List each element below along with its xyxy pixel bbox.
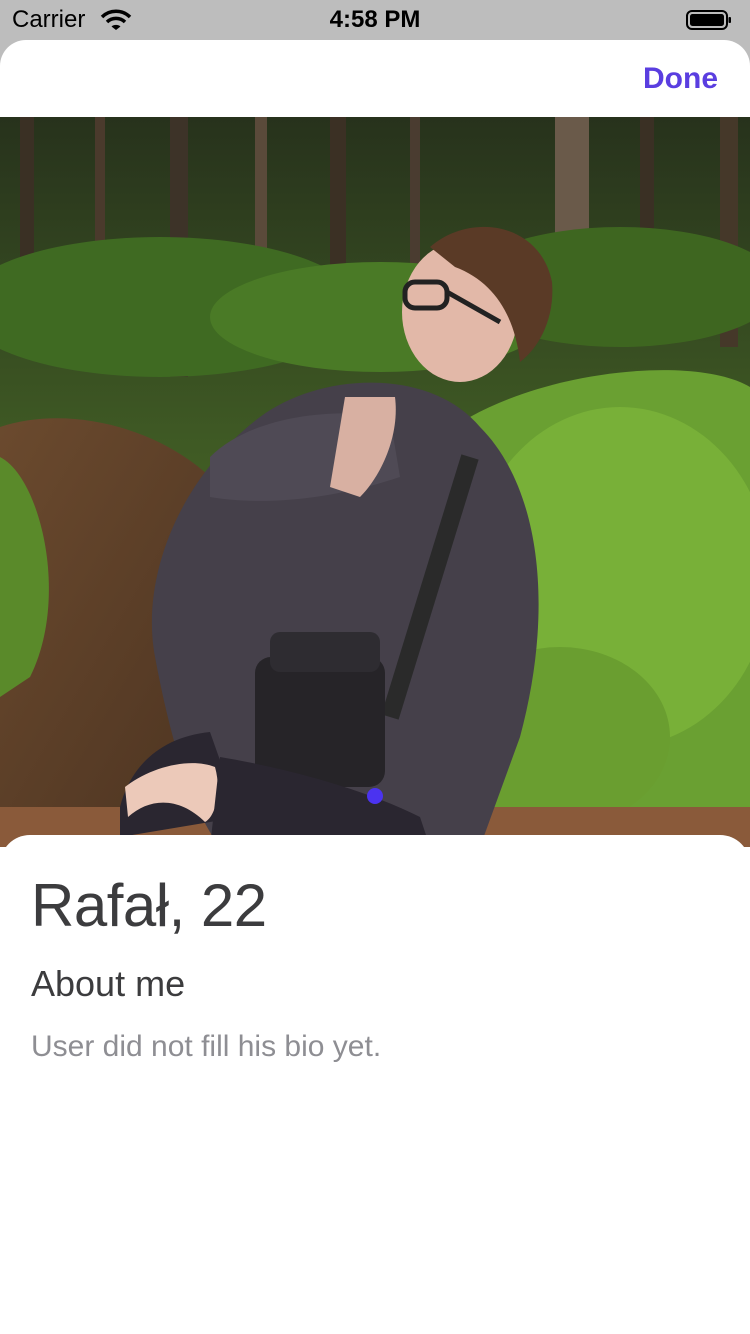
page-indicator-dot (367, 788, 383, 804)
sheet-header: Done (0, 40, 750, 117)
status-time: 4:58 PM (329, 6, 421, 33)
profile-sheet: Done Rafał, 22 About me User did not fil… (0, 40, 750, 1334)
profile-photo[interactable] (0, 117, 750, 847)
status-bar: Carrier 4:58 PM (0, 0, 750, 40)
done-button[interactable]: Done (643, 62, 718, 96)
battery-icon (686, 10, 732, 30)
bio-text: User did not fill his bio yet. (31, 1030, 382, 1063)
profile-name-age: Rafał, 22 (31, 872, 267, 939)
profile-info-card: Rafał, 22 About me User did not fill his… (0, 835, 750, 1334)
photo-illustration (0, 117, 750, 847)
about-heading: About me (31, 963, 186, 1004)
